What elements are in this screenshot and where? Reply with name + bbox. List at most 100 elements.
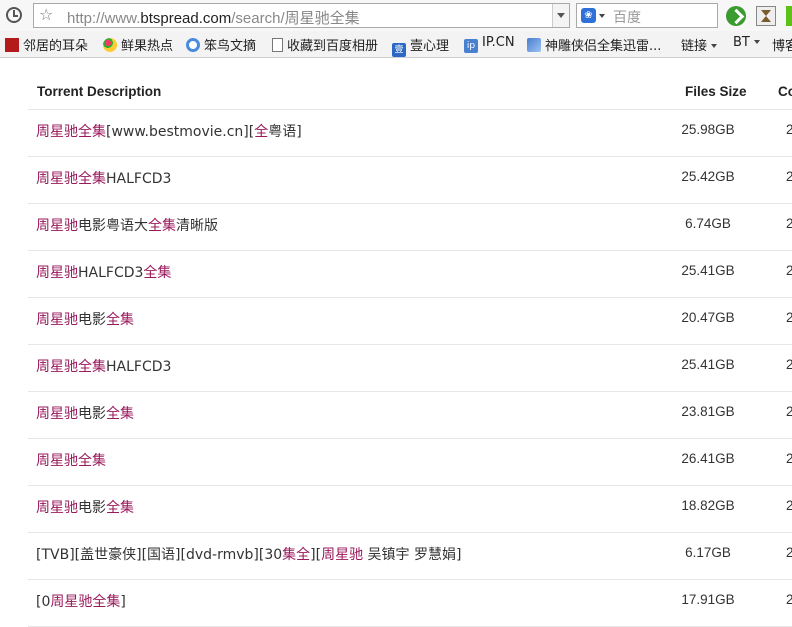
keyword-highlight: 全集 — [106, 312, 134, 328]
keyword-highlight: 全集 — [148, 218, 176, 234]
keyword-highlight: 周星驰全集 — [36, 453, 106, 469]
url-text[interactable]: http://www.btspread.com/search/周星驰全集 — [67, 7, 360, 28]
torrent-link[interactable]: 周星驰全集[www.bestmovie.cn][全粤语] — [36, 121, 302, 141]
bookmark-benniao[interactable]: 笨鸟文摘 — [186, 35, 256, 55]
torrent-link[interactable]: 周星驰电影全集 — [36, 309, 134, 329]
keyword-highlight: 周星驰全集 — [36, 171, 106, 187]
file-size: 6.74GB — [685, 216, 731, 231]
keyword-highlight: 周星驰 — [36, 406, 78, 422]
table-row: 周星驰全集HALFCD3 25.41GB 2 — [28, 345, 792, 392]
description-text: [0 — [36, 594, 51, 610]
bookmark-ipcn[interactable]: ip IP.CN — [464, 35, 515, 55]
chevron-down-icon — [753, 40, 760, 44]
table-row: [0周星驰全集] 17.91GB 2 — [28, 580, 792, 627]
torrent-link[interactable]: 周星驰HALFCD3全集 — [36, 262, 171, 282]
description-text: 电影粤语大 — [78, 218, 148, 234]
keyword-highlight: 周星驰 — [36, 265, 78, 281]
keyword-highlight: 全集 — [106, 406, 134, 422]
page-icon — [272, 38, 283, 52]
torrent-link[interactable]: 周星驰全集HALFCD3 — [36, 168, 171, 188]
torrent-link[interactable]: 周星驰电影粤语大全集清晰版 — [36, 215, 218, 235]
heart-logo-icon: 壹 — [392, 43, 406, 57]
keyword-highlight: 周星驰全集 — [50, 594, 121, 610]
green-extension-icon[interactable] — [786, 6, 792, 26]
bookmark-links-folder[interactable]: 链接 — [681, 35, 718, 55]
bird-icon — [186, 38, 200, 52]
keyword-highlight: 周星驰 — [36, 312, 78, 328]
file-count: 2 — [786, 122, 792, 137]
table-row: 周星驰电影全集 18.82GB 2 — [28, 486, 792, 533]
bookmark-bt-folder[interactable]: BT — [733, 35, 760, 55]
baidu-paw-icon[interactable]: ❀ — [581, 8, 596, 23]
table-row: 周星驰电影全集 20.47GB 2 — [28, 298, 792, 345]
header-files-size[interactable]: Files Size — [685, 84, 747, 99]
description-text: ][ — [310, 547, 322, 563]
table-header: Torrent Description Files Size Co — [28, 62, 792, 110]
torrent-link[interactable]: [TVB][盖世豪侠][国语][dvd-rmvb][30集全][周星驰 吴镇宇 … — [36, 544, 461, 564]
bookmark-linju[interactable]: 邻居的耳朵 — [5, 35, 88, 55]
keyword-highlight: 全 — [254, 124, 269, 140]
bookmark-baidu-album[interactable]: 收藏到百度相册 — [272, 35, 378, 55]
url-bar[interactable]: ☆ http://www.btspread.com/search/周星驰全集 — [33, 3, 570, 28]
file-size: 25.98GB — [681, 122, 735, 137]
keyword-highlight: 周星驰全集 — [36, 359, 106, 375]
keyword-highlight: 全集 — [106, 500, 134, 516]
description-text: HALFCD3 — [106, 171, 172, 187]
file-size: 26.41GB — [681, 451, 735, 466]
keyword-highlight: 全集 — [143, 265, 172, 281]
torrent-link[interactable]: 周星驰全集HALFCD3 — [36, 356, 171, 376]
description-text: 吴镇宇 罗慧娟] — [363, 547, 462, 563]
bookmark-shendiao[interactable]: 神雕侠侣全集迅雷... — [527, 35, 661, 55]
description-text: 电影 — [78, 312, 106, 328]
torrent-link[interactable]: 周星驰电影全集 — [36, 497, 134, 517]
header-count[interactable]: Co — [778, 84, 792, 99]
file-size: 20.47GB — [681, 310, 735, 325]
bookmark-blog[interactable]: 博客 — [772, 35, 792, 55]
ear-icon — [5, 38, 19, 52]
search-placeholder[interactable]: 百度 — [613, 7, 641, 27]
history-clock-icon[interactable] — [6, 7, 22, 23]
url-dropdown-chevron-icon[interactable] — [552, 4, 569, 27]
file-count: 2 — [786, 404, 792, 419]
engine-dropdown-chevron-icon[interactable] — [599, 14, 605, 18]
file-size: 18.82GB — [681, 498, 735, 513]
file-count: 2 — [786, 263, 792, 278]
hourglass-icon[interactable] — [756, 6, 776, 26]
address-toolbar: ☆ http://www.btspread.com/search/周星驰全集 ❀… — [0, 0, 792, 31]
bookmark-xianguo[interactable]: 鲜果热点 — [103, 35, 173, 55]
description-text: [TVB][盖世豪侠][国语][dvd-rmvb][30 — [36, 547, 283, 563]
chevron-down-icon — [711, 44, 718, 48]
file-count: 2 — [786, 216, 792, 231]
fruit-icon — [103, 38, 117, 52]
file-count: 2 — [786, 545, 792, 560]
description-text: HALFCD3 — [106, 359, 172, 375]
keyword-highlight: 周星驰 — [36, 500, 78, 516]
description-text: 清晰版 — [176, 218, 218, 234]
file-size: 25.42GB — [681, 169, 735, 184]
table-row: 周星驰全集[www.bestmovie.cn][全粤语] 25.98GB 2 — [28, 110, 792, 157]
keyword-highlight: 周星驰全集 — [36, 124, 106, 140]
bookmark-yixinli[interactable]: 壹壹心理 — [392, 35, 449, 57]
torrent-link[interactable]: [0周星驰全集] — [36, 591, 126, 611]
keyword-highlight: 周星驰 — [321, 547, 364, 563]
file-count: 2 — [786, 592, 792, 607]
file-size: 25.41GB — [681, 357, 735, 372]
hero-icon — [527, 38, 541, 52]
torrent-link[interactable]: 周星驰全集 — [36, 450, 106, 470]
keyword-highlight: 周星驰 — [36, 218, 78, 234]
description-text: ] — [120, 594, 126, 610]
table-row: [TVB][盖世豪侠][国语][dvd-rmvb][30集全][周星驰 吴镇宇 … — [28, 533, 792, 580]
star-bookmark-icon[interactable]: ☆ — [39, 5, 53, 24]
file-size: 17.91GB — [681, 592, 735, 607]
description-text: 粤语] — [268, 124, 302, 140]
header-torrent-description[interactable]: Torrent Description — [37, 84, 161, 99]
file-count: 2 — [786, 357, 792, 372]
bookmarks-bar: 邻居的耳朵 鲜果热点 笨鸟文摘 收藏到百度相册 壹壹心理 ip IP.CN 神雕侠… — [0, 31, 792, 58]
green-refresh-icon[interactable] — [726, 6, 746, 26]
description-text: 电影 — [78, 500, 106, 516]
ip-icon: ip — [464, 39, 478, 53]
file-size: 6.17GB — [685, 545, 731, 560]
search-engine-box[interactable]: ❀ 百度 — [576, 3, 718, 28]
torrent-link[interactable]: 周星驰电影全集 — [36, 403, 134, 423]
description-text: 电影 — [78, 406, 106, 422]
